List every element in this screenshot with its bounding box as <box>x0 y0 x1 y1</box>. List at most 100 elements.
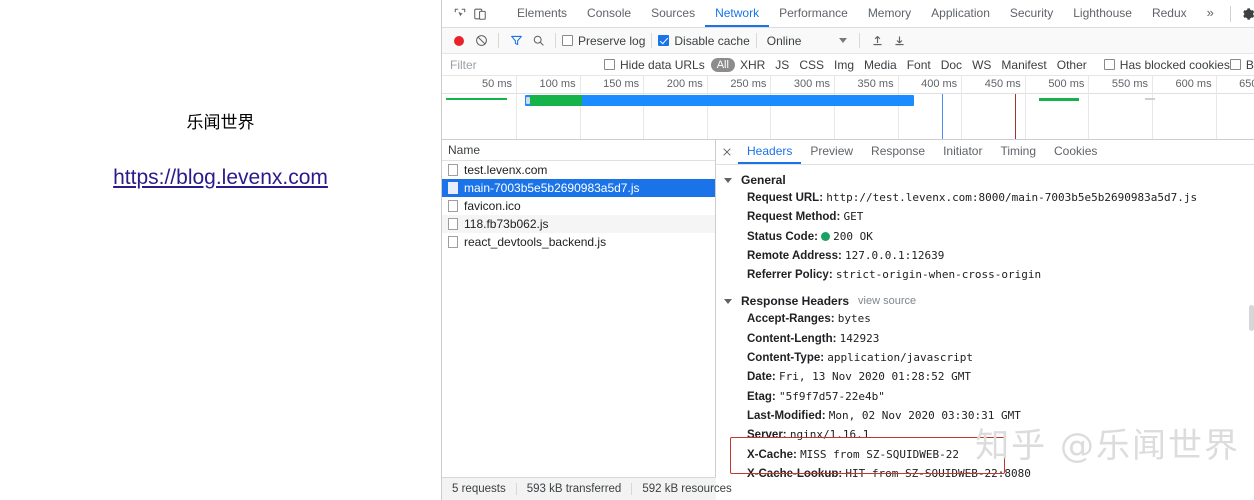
request-row-favicon-ico[interactable]: favicon.ico <box>442 197 715 215</box>
tab-performance[interactable]: Performance <box>769 0 858 27</box>
column-header-name: Name <box>448 143 481 157</box>
request-row-118-js[interactable]: 118.fb73b062.js <box>442 215 715 233</box>
detail-tab-preview[interactable]: Preview <box>801 140 862 164</box>
gear-icon[interactable] <box>1237 3 1254 25</box>
close-details-icon[interactable] <box>716 140 738 164</box>
detail-tab-headers[interactable]: Headers <box>738 140 802 164</box>
document-icon <box>448 164 458 176</box>
network-status-bar: 5 requests 593 kB transferred 592 kB res… <box>442 477 732 500</box>
general-section-header[interactable]: General <box>716 171 1254 188</box>
status-resources: 592 kB resources <box>631 483 742 495</box>
header-value: Fri, 13 Nov 2020 01:28:52 GMT <box>778 370 972 384</box>
header-name: X-Cache: <box>747 448 797 461</box>
toolbar-divider <box>498 33 499 48</box>
header-name: Content-Type: <box>747 352 825 365</box>
tab-console[interactable]: Console <box>577 0 641 27</box>
filter-type-manifest[interactable]: Manifest <box>996 58 1051 72</box>
has-blocked-cookies-box[interactable] <box>1103 59 1115 70</box>
overview-tick <box>1152 76 1153 139</box>
throttling-value: Online <box>766 33 802 48</box>
search-icon[interactable] <box>527 31 549 51</box>
tab-memory[interactable]: Memory <box>858 0 921 27</box>
throttling-select[interactable]: Online <box>763 34 806 48</box>
filter-icon[interactable] <box>505 31 527 51</box>
detail-tab-initiator[interactable]: Initiator <box>934 140 991 164</box>
request-details-pane: Headers Preview Response Initiator Timin… <box>716 140 1254 477</box>
filter-type-xhr[interactable]: XHR <box>735 58 770 72</box>
view-source-link[interactable]: view source <box>858 295 916 307</box>
clear-button[interactable] <box>470 31 492 51</box>
inspect-element-icon[interactable] <box>450 4 470 24</box>
filter-type-media[interactable]: Media <box>859 58 902 72</box>
filter-type-img[interactable]: Img <box>829 58 859 72</box>
tab-lighthouse[interactable]: Lighthouse <box>1063 0 1142 27</box>
overview-request-line-1 <box>446 98 507 100</box>
header-name: Date: <box>747 371 776 384</box>
filter-type-ws[interactable]: WS <box>967 58 996 72</box>
tab-redux[interactable]: Redux <box>1142 0 1197 27</box>
response-header-x-cache: X-Cache: MISS from SZ-SQUIDWEB-22 <box>716 445 1254 464</box>
overview-tick-label: 100 ms <box>539 78 576 90</box>
tab-elements[interactable]: Elements <box>507 0 577 27</box>
request-list-header[interactable]: Name <box>442 140 715 161</box>
preserve-log-checkbox[interactable]: Preserve log <box>562 34 645 48</box>
device-toolbar-icon[interactable] <box>470 4 490 24</box>
filter-type-all[interactable]: All <box>710 57 735 72</box>
filter-type-doc[interactable]: Doc <box>936 58 967 72</box>
script-icon <box>448 218 458 230</box>
hide-data-urls-label: Hide data URLs <box>620 57 705 72</box>
detail-tab-timing[interactable]: Timing <box>991 140 1045 164</box>
disable-cache-checkbox[interactable]: Disable cache <box>658 34 750 48</box>
preserve-log-label: Preserve log <box>578 33 646 48</box>
response-header-date: Date: Fri, 13 Nov 2020 01:28:52 GMT <box>716 367 1254 386</box>
filter-input[interactable] <box>444 54 592 75</box>
request-row-test-levenx-com[interactable]: test.levenx.com <box>442 161 715 179</box>
filter-type-font[interactable]: Font <box>902 58 936 72</box>
tab-security[interactable]: Security <box>1000 0 1063 27</box>
network-toolbar: Preserve log Disable cache Online <box>442 28 1254 54</box>
response-headers-section-header[interactable]: Response Headers view source <box>716 292 1254 309</box>
header-value: 200 OK <box>833 229 873 243</box>
overview-tick-label: 650 ms <box>1239 78 1254 90</box>
response-header-etag: Etag: "5f9f7d57-22e4b" <box>716 387 1254 406</box>
overview-tick <box>770 76 772 139</box>
web-page-viewport: 乐闻世界 https://blog.levenx.com <box>0 0 441 500</box>
header-value: application/javascript <box>827 351 973 365</box>
network-overview-timeline[interactable]: 50 ms 100 ms 150 ms 200 ms 250 ms 300 ms 350 m… <box>442 76 1254 140</box>
tab-application[interactable]: Application <box>921 0 1000 27</box>
export-har-icon[interactable] <box>888 31 910 51</box>
tab-sources[interactable]: Sources <box>641 0 705 27</box>
filter-type-other[interactable]: Other <box>1052 58 1092 72</box>
overview-tick <box>643 76 645 139</box>
request-row-react-devtools-backend-js[interactable]: react_devtools_backend.js <box>442 233 715 251</box>
overview-tick-label: 400 ms <box>921 78 958 90</box>
header-value: HIT from SZ-SQUIDWEB-22:8080 <box>845 466 1031 477</box>
has-blocked-cookies-checkbox[interactable]: Has blocked cookies <box>1103 58 1230 72</box>
filter-type-js[interactable]: JS <box>770 58 794 72</box>
blocked-requests-checkbox[interactable]: Blocked Requests <box>1229 58 1254 72</box>
overview-tick-label: 350 ms <box>857 78 894 90</box>
overview-tick-label: 150 ms <box>603 78 640 90</box>
record-button[interactable] <box>448 31 470 51</box>
import-har-icon[interactable] <box>866 31 888 51</box>
preserve-log-box[interactable] <box>562 35 573 46</box>
more-tabs-button[interactable]: » <box>1197 0 1224 27</box>
hide-data-urls-box[interactable] <box>604 59 615 70</box>
hide-data-urls-checkbox[interactable]: Hide data URLs <box>604 58 705 72</box>
overview-tick <box>897 76 899 139</box>
blog-link[interactable]: https://blog.levenx.com <box>0 166 441 190</box>
overview-load-marker <box>1015 94 1016 139</box>
response-header-server: Server: nginx/1.16.1 <box>716 425 1254 444</box>
disable-cache-box[interactable] <box>658 35 670 46</box>
details-scrollbar[interactable] <box>1249 305 1254 331</box>
overview-tick-label: 600 ms <box>1175 78 1212 90</box>
detail-tab-cookies[interactable]: Cookies <box>1045 140 1106 164</box>
chevron-down-icon[interactable] <box>839 38 848 43</box>
blocked-requests-box[interactable] <box>1229 59 1241 70</box>
header-value: Mon, 02 Nov 2020 03:30:31 GMT <box>828 408 1021 422</box>
detail-tab-response[interactable]: Response <box>862 140 934 164</box>
overview-request-bar-main <box>525 95 914 106</box>
request-row-main-js[interactable]: main-7003b5e5b2690983a5d7.js <box>442 179 715 197</box>
tab-network[interactable]: Network <box>705 0 770 27</box>
filter-type-css[interactable]: CSS <box>794 58 829 72</box>
